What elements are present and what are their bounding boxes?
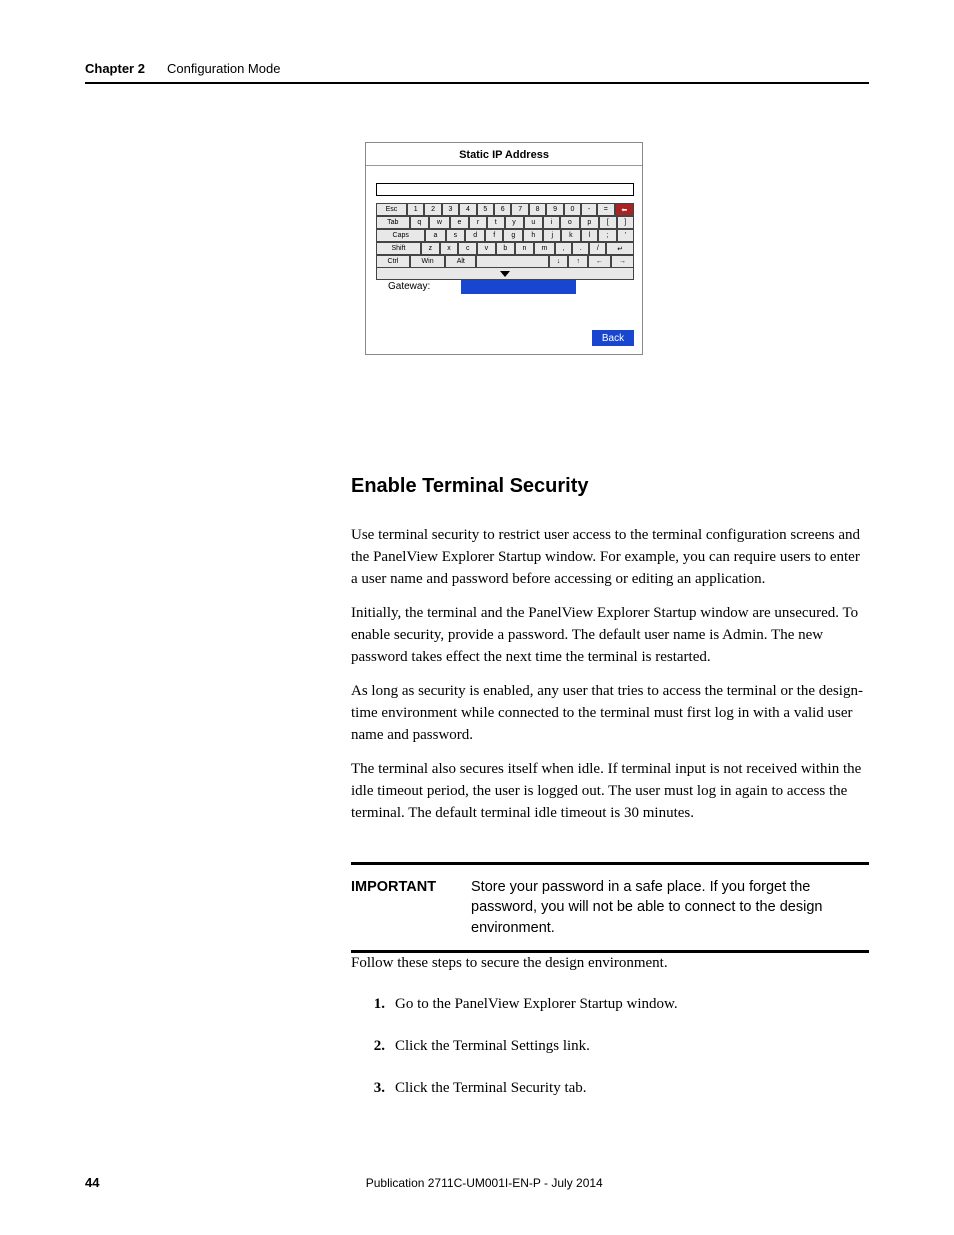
step-number: 2. bbox=[351, 1036, 395, 1058]
step-item-1: 1. Go to the PanelView Explorer Startup … bbox=[351, 994, 869, 1016]
callout-label: IMPORTANT bbox=[351, 877, 471, 938]
paragraph-1: Use terminal security to restrict user a… bbox=[351, 525, 869, 590]
key-u[interactable]: u bbox=[524, 216, 543, 229]
key-backspace[interactable]: ⬅ bbox=[615, 203, 634, 216]
key-1[interactable]: 1 bbox=[407, 203, 424, 216]
key-equals[interactable]: = bbox=[597, 203, 615, 216]
key-j[interactable]: j bbox=[543, 229, 561, 242]
key-s[interactable]: s bbox=[446, 229, 466, 242]
key-8[interactable]: 8 bbox=[529, 203, 546, 216]
onscreen-keyboard: Esc 1 2 3 4 5 6 7 8 9 0 - = ⬅ Tab q w e … bbox=[376, 203, 634, 268]
key-p[interactable]: p bbox=[580, 216, 599, 229]
key-w[interactable]: w bbox=[429, 216, 450, 229]
key-0[interactable]: 0 bbox=[564, 203, 581, 216]
key-minus[interactable]: - bbox=[581, 203, 597, 216]
key-x[interactable]: x bbox=[440, 242, 459, 255]
key-v[interactable]: v bbox=[477, 242, 496, 255]
static-ip-figure: Static IP Address Esc 1 2 3 4 5 6 7 8 9 … bbox=[365, 142, 643, 355]
key-l[interactable]: l bbox=[581, 229, 599, 242]
key-shift[interactable]: Shift bbox=[376, 242, 421, 255]
paragraph-3: As long as security is enabled, any user… bbox=[351, 681, 869, 746]
figure-scroll-down[interactable] bbox=[376, 267, 634, 280]
step-number: 1. bbox=[351, 994, 395, 1016]
page-header: Chapter 2 Configuration Mode bbox=[85, 60, 869, 84]
chapter-label: Chapter 2 bbox=[85, 61, 145, 76]
callout-text: Store your password in a safe place. If … bbox=[471, 877, 869, 938]
key-period[interactable]: . bbox=[572, 242, 589, 255]
keyboard-row-3: Caps a s d f g h j k l ; ' bbox=[376, 229, 634, 242]
key-slash[interactable]: / bbox=[589, 242, 606, 255]
key-g[interactable]: g bbox=[503, 229, 523, 242]
key-4[interactable]: 4 bbox=[459, 203, 476, 216]
key-n[interactable]: n bbox=[515, 242, 534, 255]
chapter-title: Configuration Mode bbox=[167, 61, 280, 76]
key-6[interactable]: 6 bbox=[494, 203, 511, 216]
key-rbracket[interactable]: ] bbox=[617, 216, 635, 229]
key-k[interactable]: k bbox=[561, 229, 581, 242]
paragraph-2: Initially, the terminal and the PanelVie… bbox=[351, 603, 869, 668]
back-button[interactable]: Back bbox=[592, 330, 634, 346]
key-2[interactable]: 2 bbox=[424, 203, 441, 216]
key-quote[interactable]: ' bbox=[617, 229, 634, 242]
key-semicolon[interactable]: ; bbox=[598, 229, 616, 242]
step-text: Click the Terminal Security tab. bbox=[395, 1078, 587, 1100]
gateway-label: Gateway: bbox=[388, 281, 430, 292]
key-z[interactable]: z bbox=[421, 242, 440, 255]
section-heading: Enable Terminal Security bbox=[351, 475, 589, 498]
key-h[interactable]: h bbox=[523, 229, 543, 242]
key-i[interactable]: i bbox=[543, 216, 560, 229]
key-q[interactable]: q bbox=[410, 216, 429, 229]
key-enter[interactable]: ↵ bbox=[606, 242, 634, 255]
publication-info: Publication 2711C-UM001I-EN-P - July 201… bbox=[99, 1176, 869, 1190]
paragraph-4: The terminal also secures itself when id… bbox=[351, 759, 869, 824]
key-m[interactable]: m bbox=[534, 242, 555, 255]
key-o[interactable]: o bbox=[560, 216, 579, 229]
step-text: Click the Terminal Settings link. bbox=[395, 1036, 590, 1058]
key-lbracket[interactable]: [ bbox=[599, 216, 617, 229]
key-caps[interactable]: Caps bbox=[376, 229, 425, 242]
key-3[interactable]: 3 bbox=[442, 203, 459, 216]
page-number: 44 bbox=[85, 1175, 99, 1190]
key-comma[interactable]: , bbox=[555, 242, 572, 255]
key-y[interactable]: y bbox=[505, 216, 524, 229]
key-9[interactable]: 9 bbox=[546, 203, 563, 216]
key-esc[interactable]: Esc bbox=[376, 203, 407, 216]
gateway-input-field[interactable] bbox=[461, 280, 576, 294]
key-a[interactable]: a bbox=[425, 229, 445, 242]
triangle-down-icon bbox=[500, 271, 510, 277]
key-d[interactable]: d bbox=[465, 229, 485, 242]
steps-intro: Follow these steps to secure the design … bbox=[351, 953, 869, 975]
keyboard-row-1: Esc 1 2 3 4 5 6 7 8 9 0 - = ⬅ bbox=[376, 203, 634, 216]
key-e[interactable]: e bbox=[450, 216, 469, 229]
key-t[interactable]: t bbox=[487, 216, 505, 229]
step-item-3: 3. Click the Terminal Security tab. bbox=[351, 1078, 869, 1100]
step-text: Go to the PanelView Explorer Startup win… bbox=[395, 994, 678, 1016]
key-5[interactable]: 5 bbox=[477, 203, 494, 216]
key-7[interactable]: 7 bbox=[511, 203, 528, 216]
keyboard-row-2: Tab q w e r t y u i o p [ ] bbox=[376, 216, 634, 229]
key-tab[interactable]: Tab bbox=[376, 216, 410, 229]
figure-title: Static IP Address bbox=[366, 149, 642, 161]
step-item-2: 2. Click the Terminal Settings link. bbox=[351, 1036, 869, 1058]
key-f[interactable]: f bbox=[485, 229, 503, 242]
key-r[interactable]: r bbox=[469, 216, 487, 229]
key-b[interactable]: b bbox=[496, 242, 515, 255]
ip-input-field[interactable] bbox=[376, 183, 634, 196]
figure-title-rule bbox=[366, 165, 642, 166]
step-number: 3. bbox=[351, 1078, 395, 1100]
keyboard-row-4: Shift z x c v b n m , . / ↵ bbox=[376, 242, 634, 255]
steps-list: 1. Go to the PanelView Explorer Startup … bbox=[351, 994, 869, 1119]
important-callout: IMPORTANT Store your password in a safe … bbox=[351, 862, 869, 953]
key-c[interactable]: c bbox=[458, 242, 477, 255]
page-footer: 44 Publication 2711C-UM001I-EN-P - July … bbox=[85, 1175, 869, 1190]
